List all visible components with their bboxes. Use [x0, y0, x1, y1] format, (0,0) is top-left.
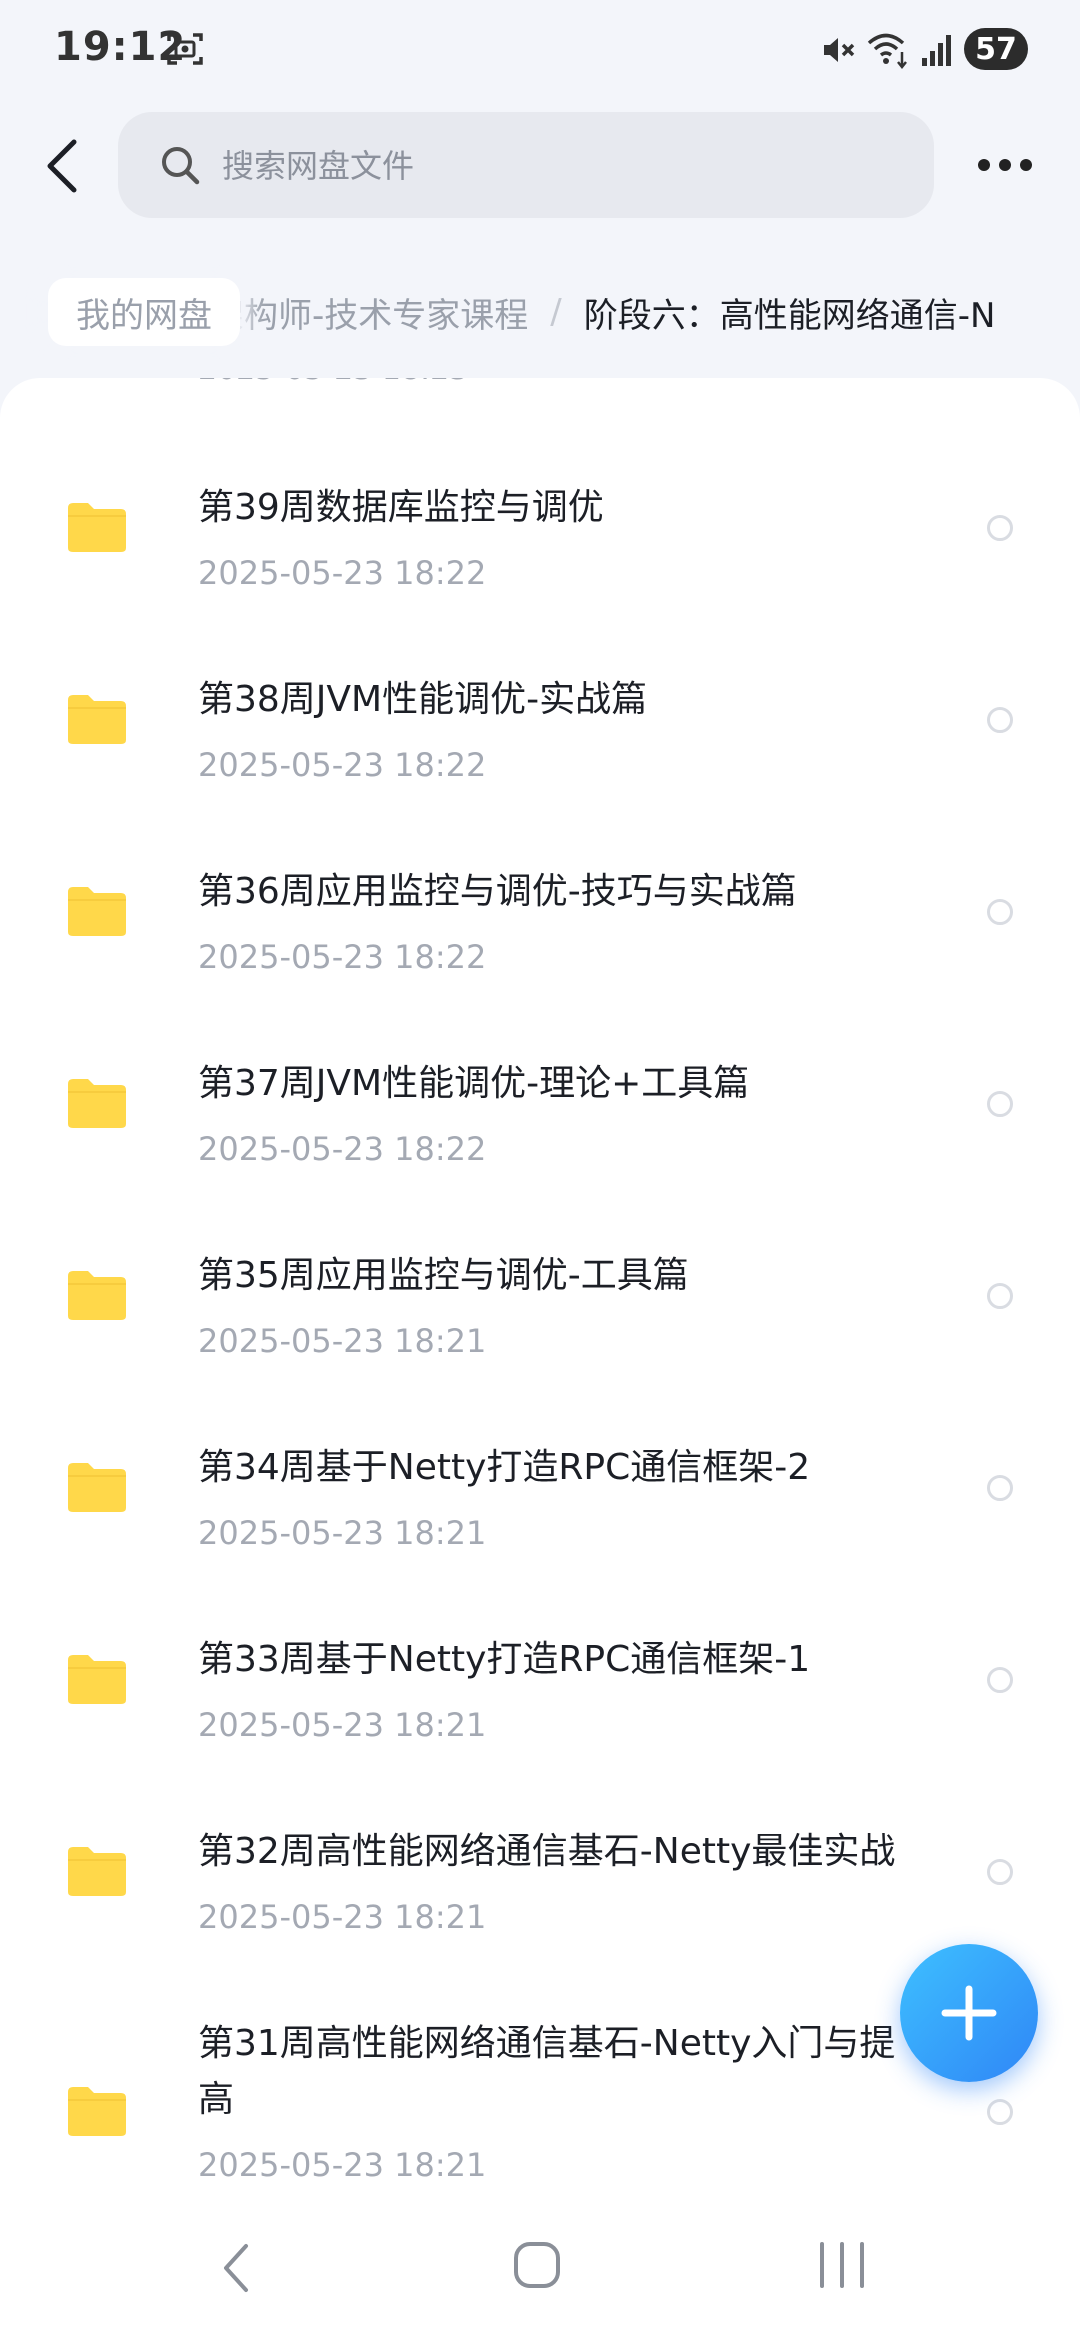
breadcrumb-trail: 架构师-技术专家课程 / 阶段六：高性能网络通信-N — [210, 278, 995, 346]
nav-back-icon[interactable] — [218, 2240, 252, 2296]
item-date: 2025-05-23 18:21 — [198, 1322, 487, 1360]
item-select-radio[interactable] — [987, 1475, 1013, 1501]
breadcrumb-item-current: 阶段六：高性能网络通信-N — [583, 295, 996, 336]
item-date: 2025-05-23 18:21 — [198, 1514, 487, 1552]
item-select-radio[interactable] — [987, 1091, 1013, 1117]
breadcrumb-separator: / — [550, 292, 562, 332]
folder-icon — [68, 887, 126, 936]
system-nav-bar — [0, 2190, 1080, 2340]
screenshot-icon — [167, 33, 203, 65]
item-date: 2025-05-23 18:22 — [198, 938, 487, 976]
search-input[interactable] — [220, 132, 904, 200]
item-select-radio[interactable] — [987, 1859, 1013, 1885]
folder-icon — [68, 695, 126, 744]
more-dot-icon — [999, 159, 1011, 171]
more-dot-icon — [978, 159, 990, 171]
item-date: 2025-05-23 18:22 — [198, 746, 487, 784]
breadcrumb: 架构师-技术专家课程 / 阶段六：高性能网络通信-N 我的网盘 — [0, 264, 1080, 360]
folder-icon — [68, 503, 126, 552]
item-title: 第31周高性能网络通信基石-Netty入门与提高 — [198, 2023, 896, 2120]
item-title: 第32周高性能网络通信基石-Netty最佳实战 — [198, 1831, 896, 1872]
item-title: 第35周应用监控与调优-工具篇 — [198, 1255, 689, 1296]
item-select-radio[interactable] — [987, 515, 1013, 541]
folder-icon — [68, 1655, 126, 1704]
more-dot-icon — [1020, 159, 1032, 171]
item-select-radio[interactable] — [987, 1667, 1013, 1693]
nav-recents-icon[interactable] — [816, 2240, 868, 2290]
search-bar[interactable] — [118, 112, 934, 218]
folder-icon — [68, 2087, 126, 2136]
item-date: 2025-05-23 18:21 — [198, 1706, 487, 1744]
folder-icon — [68, 1271, 126, 1320]
breadcrumb-item-home[interactable]: 我的网盘 — [48, 278, 240, 346]
item-select-radio[interactable] — [987, 899, 1013, 925]
partial-item-date: 2025-05-23 18:23 — [198, 378, 468, 387]
item-title: 第38周JVM性能调优-实战篇 — [198, 679, 648, 720]
nav-home-icon[interactable] — [512, 2240, 562, 2290]
item-date: 2025-05-23 18:22 — [198, 1130, 487, 1168]
folder-icon — [68, 1079, 126, 1128]
item-date: 2025-05-23 18:21 — [198, 2146, 487, 2184]
more-options-button[interactable] — [978, 150, 1038, 180]
mute-icon — [824, 38, 855, 62]
item-title: 第34周基于Netty打造RPC通信框架-2 — [198, 1447, 811, 1488]
item-select-radio[interactable] — [987, 1283, 1013, 1309]
search-icon — [162, 147, 200, 185]
item-select-radio[interactable] — [987, 2099, 1013, 2125]
plus-icon — [941, 1985, 997, 2041]
item-date: 2025-05-23 18:22 — [198, 554, 487, 592]
item-title: 第39周数据库监控与调优 — [198, 487, 604, 528]
item-title: 第33周基于Netty打造RPC通信框架-1 — [198, 1639, 811, 1680]
add-button[interactable] — [900, 1944, 1038, 2082]
folder-icon — [68, 1463, 126, 1512]
item-title: 第37周JVM性能调优-理论+工具篇 — [198, 1063, 750, 1104]
battery-icon: 57 — [964, 28, 1028, 70]
item-title: 第36周应用监控与调优-技巧与实战篇 — [198, 871, 797, 912]
breadcrumb-item-course[interactable]: 架构师-技术专家课程 — [210, 288, 528, 337]
status-bar: 19:12 57 — [0, 0, 1080, 100]
signal-icon — [922, 35, 951, 66]
folder-icon — [68, 1847, 126, 1896]
back-button[interactable] — [40, 138, 84, 194]
item-select-radio[interactable] — [987, 707, 1013, 733]
file-list: 2025-05-23 18:23 第39周数据库监控与调优 2025-05-23 … — [0, 378, 1080, 2190]
wifi-icon — [867, 33, 907, 70]
item-date: 2025-05-23 18:21 — [198, 1898, 487, 1936]
